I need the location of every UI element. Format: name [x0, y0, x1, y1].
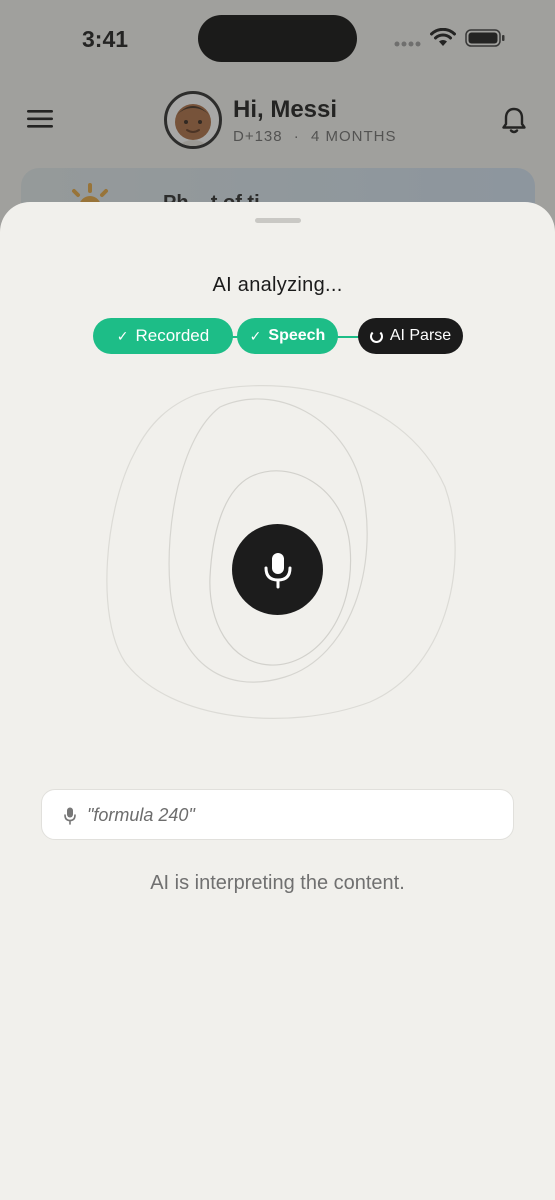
- step-label: Speech: [268, 327, 326, 344]
- spinner-icon: [369, 329, 383, 343]
- analysis-status: AI is interpreting the content.: [150, 872, 405, 894]
- step-label: Recorded: [135, 326, 210, 345]
- check-icon: ✓: [249, 327, 262, 344]
- sheet-title: AI analyzing...: [212, 274, 343, 296]
- sheet-grabber[interactable]: [255, 218, 301, 223]
- ai-analyzing-sheet: AI analyzing... ✓ Recorded ✓ Speech AI P…: [0, 202, 555, 1200]
- mic-icon: [264, 552, 291, 588]
- mic-icon: [64, 807, 76, 825]
- step-speech: ✓ Speech: [237, 318, 338, 354]
- check-icon: ✓: [116, 327, 129, 344]
- transcript-field: "formula 240": [41, 789, 514, 840]
- transcript-text: "formula 240": [87, 805, 195, 825]
- progress-steps: ✓ Recorded ✓ Speech AI Parse: [0, 318, 555, 356]
- step-recorded: ✓ Recorded: [93, 318, 233, 354]
- mic-button[interactable]: [232, 524, 323, 615]
- step-ai-parse: AI Parse: [358, 318, 463, 354]
- step-label: AI Parse: [389, 327, 452, 344]
